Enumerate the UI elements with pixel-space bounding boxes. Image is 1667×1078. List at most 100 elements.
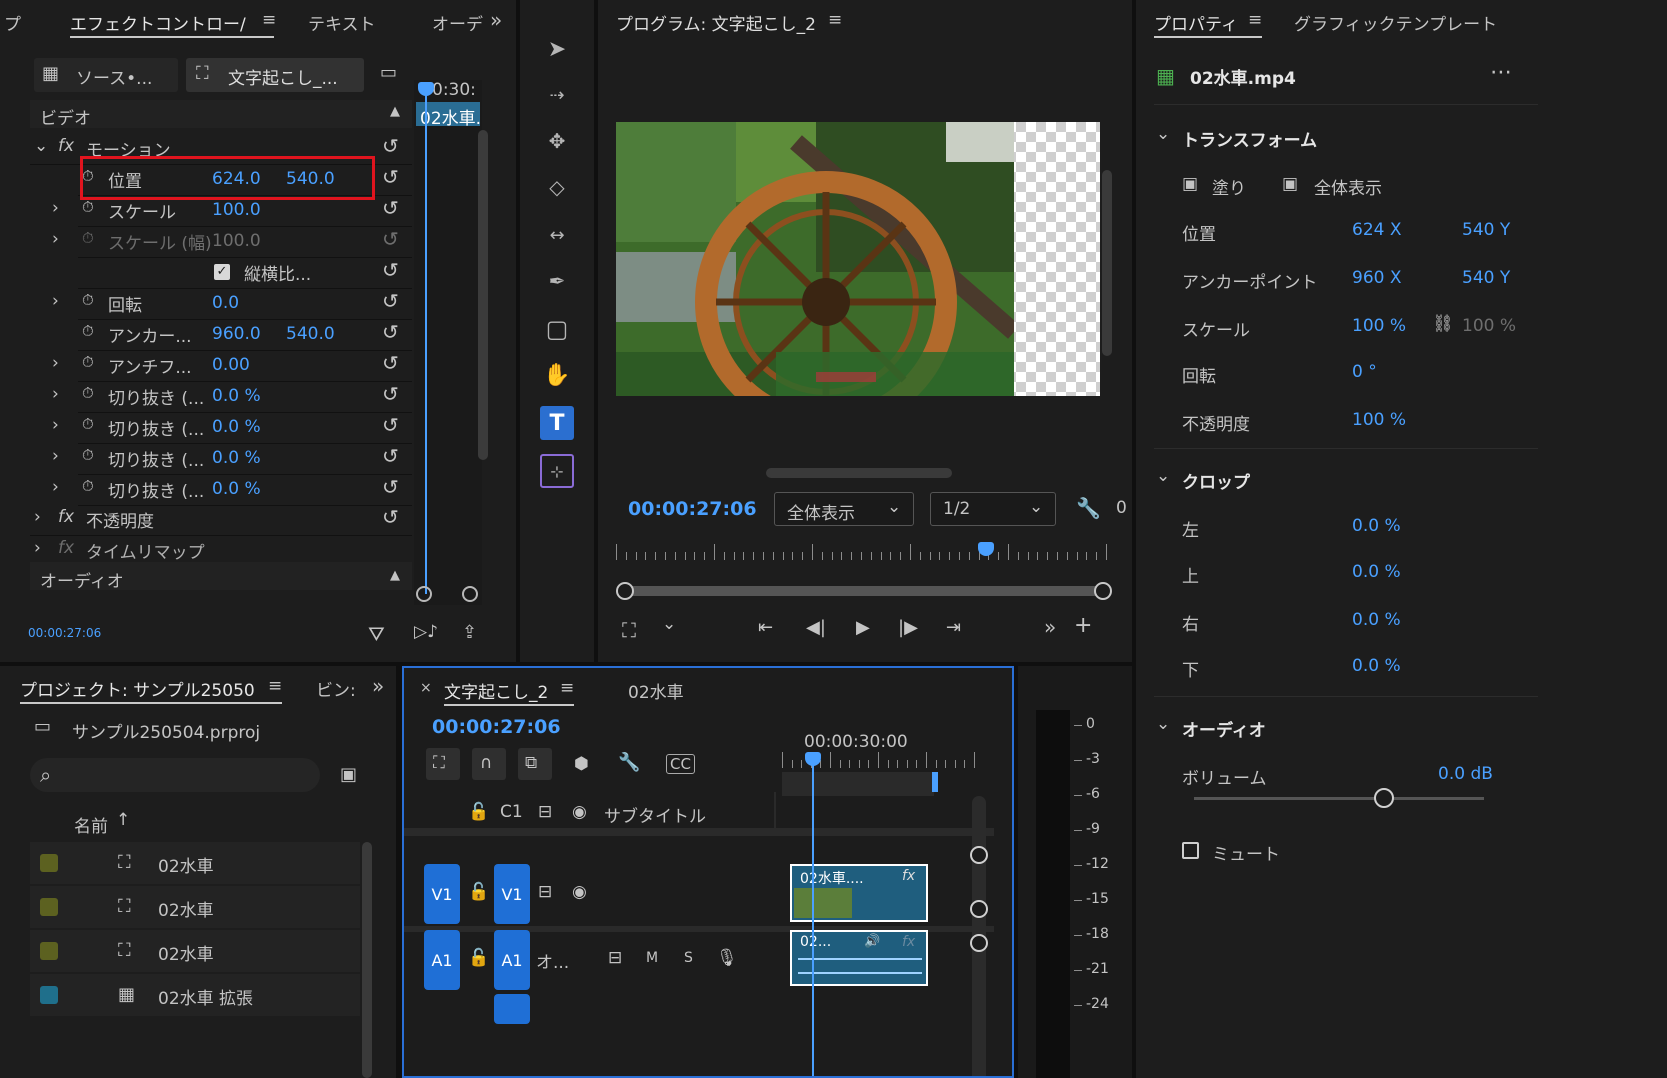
reset-icon[interactable]: ↺ — [382, 289, 399, 313]
effect-value-1[interactable]: 100.0 — [212, 200, 261, 220]
collapse-up-icon[interactable]: ▲ — [390, 568, 400, 583]
mute-label[interactable]: ミュート — [1212, 840, 1280, 865]
chevron-right-icon[interactable]: › — [34, 538, 41, 558]
go-to-in-icon[interactable]: ⇤ — [758, 617, 773, 638]
track-target-v1[interactable]: V1 — [424, 864, 460, 924]
position-x[interactable]: 624 X — [1352, 220, 1402, 240]
export-icon[interactable]: ⇪ — [462, 622, 477, 643]
mute-track-button[interactable]: M — [646, 950, 658, 966]
snap-button[interactable]: ⛶ — [426, 748, 460, 780]
crop-left-value[interactable]: 0.0 % — [1352, 516, 1401, 536]
effect-value-1[interactable]: 0.0 % — [212, 448, 261, 468]
chevron-right-icon[interactable]: › — [52, 229, 59, 249]
menu-icon[interactable]: ≡ — [560, 678, 574, 698]
stopwatch-icon[interactable]: ⏱ — [82, 415, 94, 433]
reset-icon[interactable]: ↺ — [382, 196, 399, 220]
mute-checkbox[interactable] — [1182, 842, 1199, 859]
mini-playhead[interactable] — [425, 84, 427, 594]
track-target-a1[interactable]: A1 — [424, 930, 460, 990]
program-timecode[interactable]: 00:00:27:06 — [628, 498, 757, 520]
label-color-swatch[interactable] — [40, 942, 58, 960]
stopwatch-icon[interactable]: ⏱ — [82, 384, 94, 402]
lock-icon[interactable]: 🔓 — [468, 948, 489, 968]
volume-slider-handle[interactable] — [1374, 788, 1394, 808]
project-item[interactable]: ⛶ 02水車 — [30, 886, 360, 928]
rectangle-icon[interactable]: ▢ — [540, 314, 574, 344]
label-color-swatch[interactable] — [40, 898, 58, 916]
track-source-v1[interactable]: V1 — [494, 864, 530, 924]
marker-icon[interactable]: ⬢ — [574, 754, 589, 774]
project-item[interactable]: ▦ 02水車 拡張 — [30, 974, 360, 1016]
chevron-right-icon[interactable]: › — [52, 415, 59, 435]
reset-icon[interactable]: ↺ — [382, 382, 399, 406]
sync-icon[interactable]: ⊟ — [538, 802, 552, 822]
more-tabs-icon[interactable]: » — [372, 674, 384, 698]
type-tool-icon[interactable]: T — [540, 406, 574, 440]
more-buttons-icon[interactable]: » — [1044, 615, 1056, 639]
stopwatch-icon[interactable]: ⏱ — [82, 477, 94, 495]
chevron-right-icon[interactable]: › — [52, 291, 59, 311]
chevron-right-icon[interactable]: › — [52, 198, 59, 218]
add-button-icon[interactable]: + — [1074, 613, 1092, 638]
timeline-seq-tab[interactable]: 文字起こし_2 — [444, 678, 548, 703]
effect-value-1[interactable]: 0.00 — [212, 355, 250, 375]
chevron-down-icon[interactable]: ⌄ — [662, 614, 676, 634]
linked-button[interactable]: ⧉ — [518, 748, 552, 780]
hand-icon[interactable]: ✋ — [540, 360, 574, 390]
mini-zoom-start[interactable] — [416, 586, 432, 602]
zoom-handle-left[interactable] — [616, 582, 634, 600]
video-clip[interactable]: 02水車.... fx — [790, 864, 928, 922]
audio-header[interactable]: オーディオ — [1182, 716, 1266, 741]
source-selector[interactable]: ▦ ソース•... — [34, 58, 178, 92]
menu-icon[interactable]: ≡ — [1248, 10, 1262, 30]
uniform-scale-checkbox[interactable]: ✓ — [214, 264, 230, 280]
monitor-vscroll[interactable] — [1102, 170, 1112, 356]
volume-slider-track[interactable] — [1194, 797, 1484, 800]
project-title[interactable]: プロジェクト: サンプル25050 — [20, 676, 255, 701]
opacity-value[interactable]: 100 % — [1352, 410, 1406, 430]
link-icon[interactable]: ⛓ — [1432, 314, 1454, 334]
eye-icon[interactable]: ◉ — [572, 882, 587, 902]
reset-icon[interactable]: ↺ — [382, 505, 399, 529]
zoom-handle[interactable] — [970, 846, 988, 864]
selection-tool-icon[interactable]: ➤ — [540, 34, 574, 64]
project-item[interactable]: ⛶ 02水車 — [30, 842, 360, 884]
stopwatch-icon[interactable]: ⏱ — [82, 322, 94, 340]
track-source-a1[interactable]: A1 — [494, 930, 530, 990]
effect-value-1[interactable]: 0.0 % — [212, 386, 261, 406]
rotation-value[interactable]: 0 ° — [1352, 362, 1377, 382]
tab-graphic-template[interactable]: グラフィックテンプレート — [1294, 10, 1497, 35]
step-back-icon[interactable]: ◀︎| — [806, 617, 826, 638]
sort-asc-icon[interactable]: ↑ — [116, 810, 130, 830]
reset-icon[interactable]: ↺ — [382, 475, 399, 499]
reset-icon[interactable]: ↺ — [382, 258, 399, 282]
project-scrollbar[interactable] — [362, 842, 372, 1078]
label-color-swatch[interactable] — [40, 986, 58, 1004]
position-y[interactable]: 540 Y — [1462, 220, 1510, 240]
search-input[interactable]: ⌕ — [30, 758, 320, 792]
anchor-y[interactable]: 540 Y — [1462, 268, 1510, 288]
step-forward-icon[interactable]: |▶ — [898, 617, 918, 638]
reset-icon[interactable]: ↺ — [382, 165, 399, 189]
ec-timecode[interactable]: 00:00:27:06 — [28, 626, 101, 640]
crop-right-value[interactable]: 0.0 % — [1352, 610, 1401, 630]
effect-value-1[interactable]: 960.0 — [212, 324, 261, 344]
chevron-right-icon[interactable]: › — [52, 384, 59, 404]
effect-value-1[interactable]: 0.0 — [212, 293, 239, 313]
sync-icon[interactable]: ⊟ — [538, 882, 552, 902]
eye-icon[interactable]: ◉ — [572, 802, 587, 822]
chevron-down-icon[interactable]: ⌄ — [1156, 714, 1170, 734]
mini-scrollbar[interactable] — [478, 130, 488, 460]
effect-value-1[interactable]: 100.0 — [212, 231, 261, 251]
chevron-right-icon[interactable]: › — [52, 353, 59, 373]
chevron-right-icon[interactable]: › — [52, 446, 59, 466]
tab-prev[interactable]: プ — [4, 10, 21, 35]
solo-track-button[interactable]: S — [684, 950, 693, 966]
volume-value[interactable]: 0.0 dB — [1438, 764, 1493, 784]
vertical-type-icon[interactable]: ⊹ — [540, 454, 574, 488]
wrench-icon[interactable]: 🔧 — [1076, 496, 1101, 520]
zoom-handle-right[interactable] — [1094, 582, 1112, 600]
reset-icon[interactable]: ↺ — [382, 227, 399, 251]
fit-icon[interactable]: ▣ — [1282, 174, 1298, 194]
stopwatch-icon[interactable]: ⏱ — [82, 229, 94, 247]
